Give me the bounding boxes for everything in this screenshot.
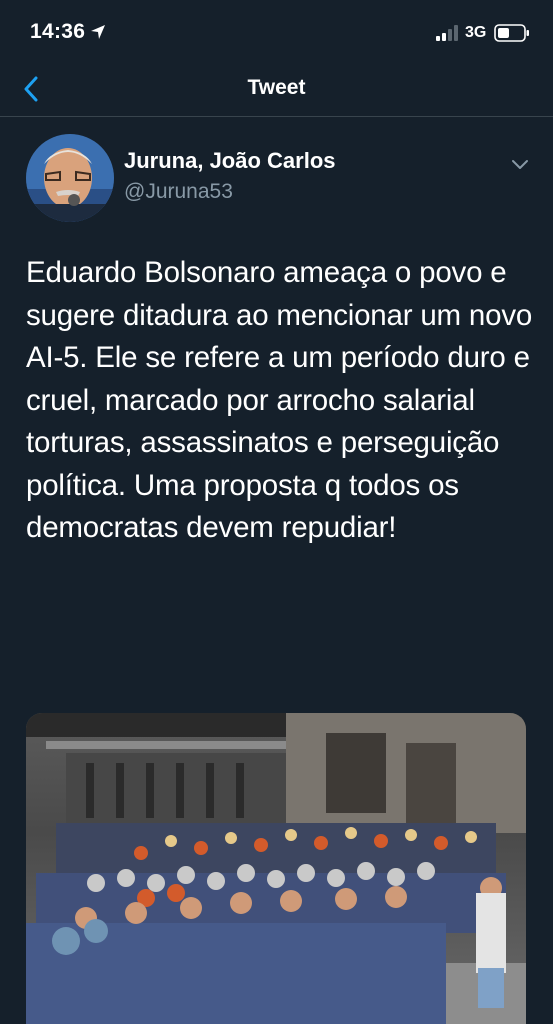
tweet-photo[interactable] xyxy=(26,713,526,1024)
status-time: 14:36 xyxy=(30,20,86,43)
network-label: 3G xyxy=(465,24,487,41)
tweet-text: Eduardo Bolsonaro ameaça o povo e sugere… xyxy=(26,256,533,544)
location-arrow-icon xyxy=(91,25,105,39)
tweet-detail-screen: 14:36 3G Tweet Juruna, João Carlos @Juru… xyxy=(0,0,553,1024)
tweet-photo-image xyxy=(26,713,526,1024)
page-title: Tweet xyxy=(247,76,306,99)
avatar[interactable] xyxy=(26,134,114,222)
avatar-photo xyxy=(26,134,114,222)
chevron-down-icon xyxy=(512,160,528,169)
more-options-button[interactable] xyxy=(506,152,534,176)
author-handle[interactable]: @Juruna53 xyxy=(124,180,233,204)
signal-bars-icon xyxy=(436,25,458,41)
battery-icon xyxy=(494,24,529,42)
author-name[interactable]: Juruna, João Carlos xyxy=(124,148,336,174)
status-bar: 14:36 3G xyxy=(0,0,553,64)
nav-header: Tweet xyxy=(0,64,553,117)
